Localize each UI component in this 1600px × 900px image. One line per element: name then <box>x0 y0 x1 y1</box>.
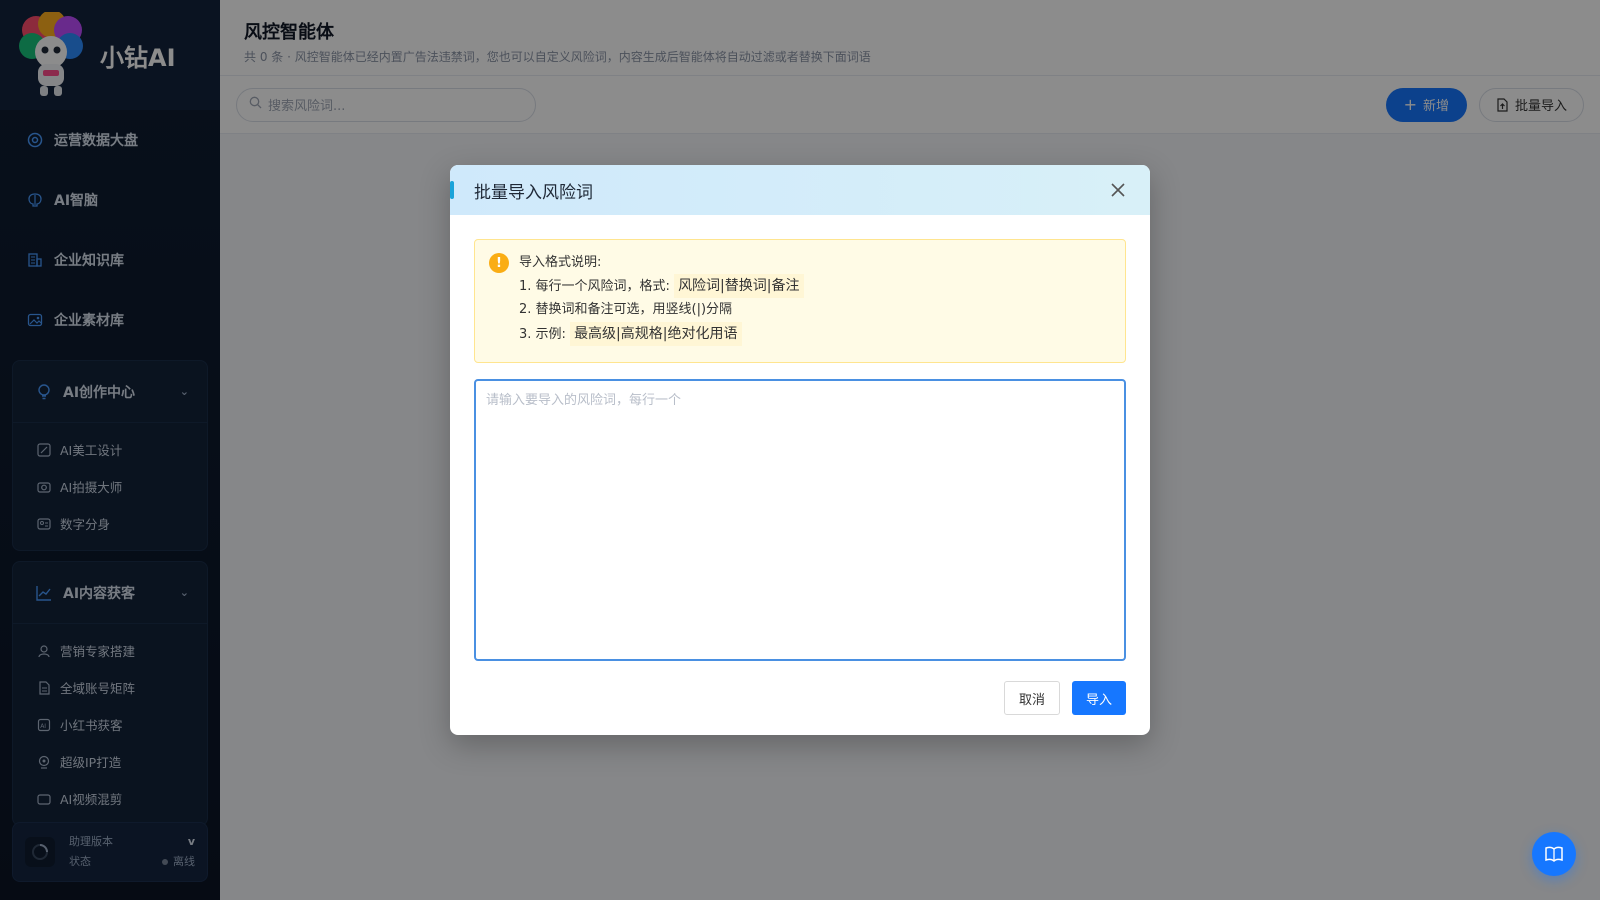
header-accent-bar <box>450 181 454 199</box>
notice-line-1-text: 1. 每行一个风险词，格式: <box>519 279 670 294</box>
warning-icon: ! <box>489 253 509 273</box>
book-icon <box>1544 845 1564 863</box>
notice-line-3-text: 3. 示例: <box>519 327 566 342</box>
notice-line-3: 3. 示例: 最高级|高规格|绝对化用语 <box>519 322 1111 346</box>
format-notice: ! 导入格式说明: 1. 每行一个风险词，格式: 风险词|替换词|备注 2. 替… <box>474 239 1126 363</box>
dialog-footer: 取消 导入 <box>1003 681 1126 715</box>
close-icon[interactable] <box>1108 180 1128 200</box>
dialog-header: 批量导入风险词 <box>450 165 1150 215</box>
cancel-button[interactable]: 取消 <box>1003 681 1060 715</box>
sample-code: 最高级|高规格|绝对化用语 <box>570 322 742 346</box>
notice-line-2: 2. 替换词和备注可选，用竖线(|)分隔 <box>519 302 733 317</box>
notice-line-1: 1. 每行一个风险词，格式: 风险词|替换词|备注 <box>519 274 1111 298</box>
batch-import-dialog: 批量导入风险词 ! 导入格式说明: 1. 每行一个风险词，格式: 风险词|替换词… <box>450 165 1150 735</box>
help-book-button[interactable] <box>1532 832 1576 876</box>
notice-title: 导入格式说明: <box>519 255 602 270</box>
import-button[interactable]: 导入 <box>1071 681 1126 715</box>
format-example-code: 风险词|替换词|备注 <box>674 274 804 298</box>
risk-words-textarea[interactable] <box>474 379 1126 661</box>
dialog-title: 批量导入风险词 <box>474 182 593 203</box>
